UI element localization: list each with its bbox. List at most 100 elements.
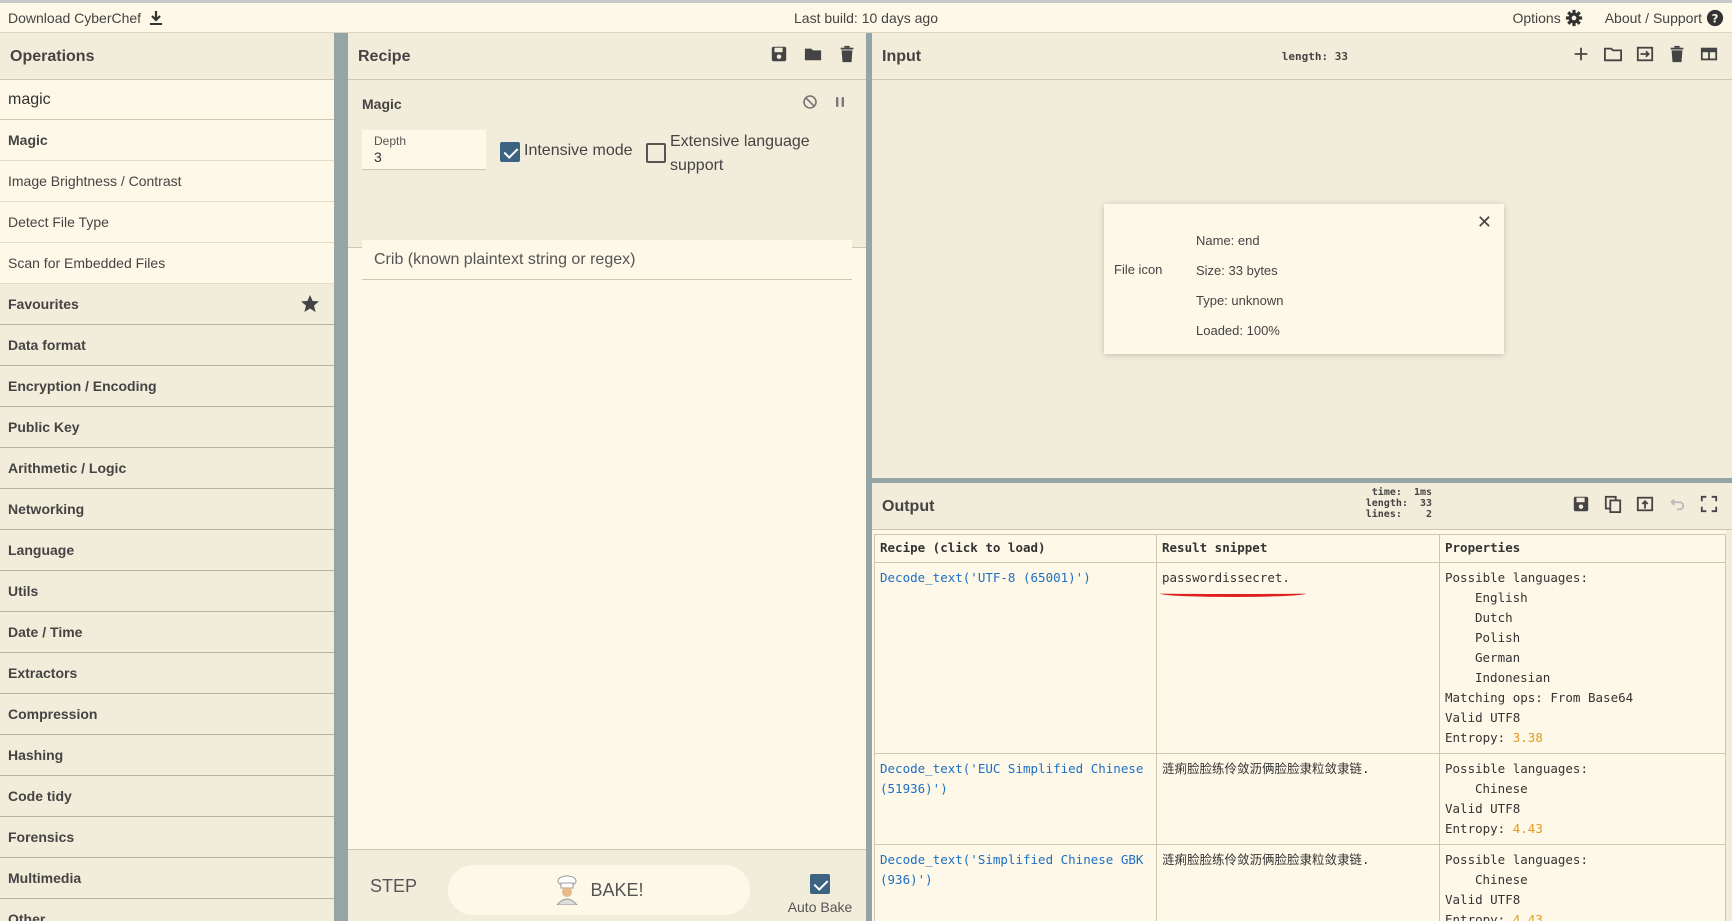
open-folder-icon[interactable] (1604, 45, 1622, 63)
crib-placeholder: Crib (known plaintext string or regex) (374, 251, 636, 268)
category-item[interactable]: Utils (0, 571, 334, 612)
intensive-mode-label: Intensive mode (524, 142, 633, 159)
language-item: Polish (1475, 630, 1521, 645)
operation-item[interactable]: Detect File Type (0, 202, 334, 243)
copy-icon[interactable] (1604, 495, 1622, 513)
intensive-mode-check[interactable] (500, 142, 520, 162)
auto-bake-check[interactable] (810, 874, 830, 894)
extensive-language-check[interactable] (646, 143, 666, 163)
category-item[interactable]: Extractors (0, 653, 334, 694)
recipe-title: Recipe (358, 48, 411, 65)
entropy-line: Entropy: 4.43 (1445, 819, 1720, 839)
star-icon[interactable] (300, 294, 320, 314)
search-input[interactable] (8, 90, 334, 109)
input-text-area[interactable]: ✕ File icon Name: end Size: 33 bytes Typ… (872, 80, 1732, 479)
category-item[interactable]: Compression (0, 694, 334, 735)
bake-button[interactable]: BAKE! (448, 865, 750, 915)
output-area[interactable]: Recipe (click to load) Result snippet Pr… (872, 530, 1726, 921)
valid-utf8: Valid UTF8 (1445, 801, 1521, 816)
time-value: 1ms (1413, 487, 1432, 498)
language-item: Chinese (1475, 781, 1528, 796)
auto-bake-toggle[interactable]: Auto Bake (780, 874, 860, 915)
close-icon[interactable]: ✕ (1477, 212, 1492, 233)
last-build-label: Last build: 10 days ago (794, 10, 938, 26)
category-item[interactable]: Arithmetic / Logic (0, 448, 334, 489)
depth-field[interactable]: Depth 3 (362, 130, 486, 170)
category-item[interactable]: Language (0, 530, 334, 571)
replace-input-icon[interactable] (1636, 495, 1654, 513)
reset-layout-icon[interactable] (1700, 45, 1718, 63)
delete-icon[interactable] (838, 45, 856, 63)
category-item[interactable]: Hashing (0, 735, 334, 776)
pause-icon[interactable] (832, 94, 848, 110)
category-item[interactable]: Date / Time (0, 612, 334, 653)
category-item[interactable]: Data format (0, 325, 334, 366)
clear-input-icon[interactable] (1668, 45, 1686, 63)
search-box[interactable] (0, 80, 334, 120)
language-item: Indonesian (1475, 670, 1551, 685)
output-title: Output (882, 498, 935, 515)
entropy-label: Entropy: (1445, 821, 1506, 836)
header-snippet: Result snippet (1156, 534, 1440, 563)
undo-icon[interactable] (1668, 495, 1686, 513)
properties-cell: Possible languages: Chinese Valid UTF8 Entr… (1439, 844, 1726, 921)
open-file-icon[interactable] (1636, 45, 1654, 63)
about-support-button[interactable]: About / Support ? (1605, 9, 1724, 27)
folder-icon[interactable] (804, 45, 822, 63)
category-label: Compression (8, 706, 98, 722)
category-item[interactable]: Code tidy (0, 776, 334, 817)
language-item: English (1475, 590, 1528, 605)
recipe-link[interactable]: Decode_text('Simplified Chinese GBK (936… (880, 852, 1143, 887)
category-item[interactable]: Networking (0, 489, 334, 530)
input-length: length: 33 (1282, 33, 1348, 80)
properties-cell: Possible languages: Chinese Valid UTF8 Entr… (1439, 753, 1726, 845)
download-cyberchef-link[interactable]: Download CyberChef (8, 9, 165, 27)
category-item[interactable]: Encryption / Encoding (0, 366, 334, 407)
entropy-label: Entropy: (1445, 912, 1506, 921)
operation-item[interactable]: Scan for Embedded Files (0, 243, 334, 284)
step-button[interactable]: STEP (370, 876, 417, 897)
operation-item[interactable]: Image Brightness / Contrast (0, 161, 334, 202)
extensive-language-label: Extensive language support (670, 133, 810, 174)
entropy-value: 4.43 (1512, 912, 1543, 921)
result-snippet: passwordissecret. (1160, 568, 1306, 597)
category-label: Date / Time (8, 624, 83, 640)
category-label: Favourites (8, 296, 79, 312)
category-label: Extractors (8, 665, 78, 681)
input-pane: Input length: 33 ✕ File icon Name: end S… (872, 33, 1732, 479)
matching-ops: Matching ops: From Base64 (1445, 690, 1634, 705)
output-pane: Output time: 1ms length: 33 lines: 2 Rec… (872, 483, 1732, 921)
bake-bar: STEP BAKE! Auto Bake (348, 849, 866, 921)
maximise-icon[interactable] (1700, 495, 1718, 513)
category-label: Other (8, 911, 46, 921)
category-item[interactable]: Forensics (0, 817, 334, 858)
input-length-label: length: (1281, 50, 1329, 63)
ops-recipe-splitter[interactable] (334, 33, 348, 921)
category-item[interactable]: Multimedia (0, 858, 334, 899)
save-output-icon[interactable] (1572, 495, 1590, 513)
possible-languages-label: Possible languages: (1445, 852, 1588, 867)
crib-input[interactable]: Crib (known plaintext string or regex) (362, 240, 852, 280)
about-label: About / Support (1604, 10, 1702, 26)
add-tab-icon[interactable] (1572, 45, 1590, 63)
category-item[interactable]: Public Key (0, 407, 334, 448)
operation-name: Magic (362, 96, 402, 112)
recipe-pane: Recipe Magic Depth 3 Intensive mode Exte… (348, 33, 866, 921)
language-item: German (1475, 650, 1521, 665)
operation-item[interactable]: Magic (0, 120, 334, 161)
file-icon: File icon (1114, 262, 1163, 277)
category-item[interactable]: Favourites (0, 284, 334, 325)
recipe-link[interactable]: Decode_text('UTF-8 (65001)') (880, 570, 1091, 585)
category-item[interactable]: Other (0, 899, 334, 921)
intensive-mode-checkbox[interactable]: Intensive mode (500, 142, 633, 162)
save-icon[interactable] (770, 45, 788, 63)
extensive-language-checkbox[interactable]: Extensive language support (646, 130, 846, 178)
category-label: Multimedia (8, 870, 82, 886)
disable-icon[interactable] (802, 94, 818, 110)
top-banner: Download CyberChef Last build: 10 days a… (0, 0, 1732, 33)
operations-title: Operations (0, 33, 334, 80)
recipe-link[interactable]: Decode_text('EUC Simplified Chinese (519… (880, 761, 1143, 796)
depth-label: Depth (374, 134, 407, 148)
options-button[interactable]: Options (1512, 9, 1582, 27)
magic-results-table: Recipe (click to load) Result snippet Pr… (874, 534, 1726, 921)
